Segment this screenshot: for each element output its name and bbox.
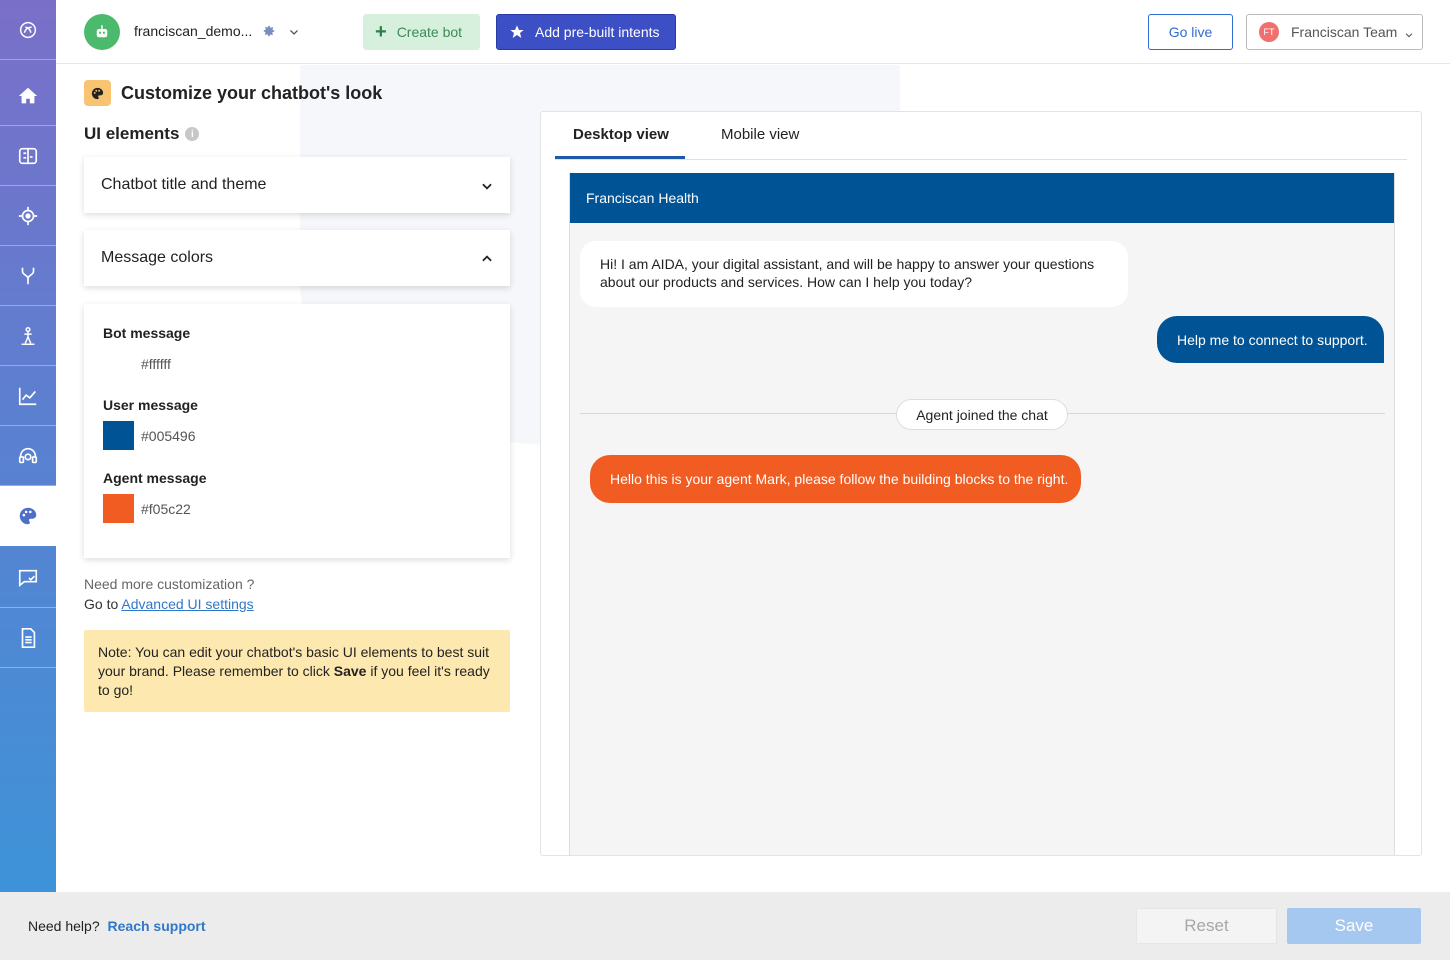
top-header: franciscan_demo... + Create bot Add pre-…: [56, 0, 1450, 64]
info-icon[interactable]: i: [185, 127, 200, 141]
home-icon: [18, 87, 38, 103]
sidebar-item-conversations[interactable]: [0, 548, 56, 608]
chat-window: Franciscan Health Hi! I am AIDA, your di…: [569, 173, 1395, 855]
sidebar-logo[interactable]: [0, 0, 56, 60]
user-message-bubble: Help me to connect to support.: [1157, 316, 1384, 363]
advanced-ui-settings-link[interactable]: Advanced UI settings: [121, 596, 253, 612]
palette-icon: [84, 80, 111, 106]
bot-message-label: Bot message: [103, 325, 191, 341]
bot-color-hex[interactable]: #ffffff: [141, 356, 171, 372]
bot-color-swatch[interactable]: [103, 349, 134, 378]
sidebar-item-entities[interactable]: [0, 186, 56, 246]
agent-message-bubble: Hello this is your agent Mark, please fo…: [590, 455, 1081, 503]
sidebar-item-analytics[interactable]: [0, 366, 56, 426]
user-color-swatch[interactable]: [103, 421, 134, 450]
sidebar-item-training[interactable]: [0, 306, 56, 366]
tab-mobile-view[interactable]: Mobile view: [721, 126, 799, 143]
tab-desktop-view[interactable]: Desktop view: [573, 126, 669, 143]
branch-icon: [21, 267, 35, 284]
add-prebuilt-intents-button[interactable]: Add pre-built intents: [496, 14, 676, 50]
page-header: Customize your chatbot's look: [84, 80, 382, 106]
section-title: UI elements: [84, 124, 180, 143]
agent-color-hex[interactable]: #f05c22: [141, 501, 191, 517]
agent-message-label: Agent message: [103, 470, 207, 486]
palette-icon: [19, 507, 37, 524]
accordion-message-colors[interactable]: Message colors: [84, 230, 510, 286]
brain-icon: [18, 147, 38, 164]
team-avatar: FT: [1259, 22, 1279, 42]
chevron-up-icon: [480, 252, 494, 271]
section-header: UI elements i: [84, 124, 200, 144]
target-icon: [18, 206, 38, 225]
advanced-settings-line: Go to Advanced UI settings: [84, 596, 254, 612]
analytics-icon: [18, 387, 37, 405]
message-colors-panel: Bot message #ffffff User message #005496…: [84, 304, 510, 558]
agent-color-swatch[interactable]: [103, 494, 134, 523]
bot-avatar[interactable]: [84, 14, 120, 50]
support-icon: [18, 447, 38, 463]
gear-icon[interactable]: [262, 24, 276, 43]
reset-button[interactable]: Reset: [1136, 908, 1277, 944]
user-color-hex[interactable]: #005496: [141, 428, 196, 444]
sidebar: [0, 0, 56, 892]
chevron-down-icon: [1404, 27, 1414, 43]
document-icon: [21, 627, 36, 648]
sidebar-item-appearance[interactable]: [0, 486, 56, 546]
logo-icon: [19, 21, 37, 38]
chat-check-icon: [18, 569, 38, 587]
tab-divider: [555, 159, 1407, 160]
plus-icon: +: [375, 21, 387, 43]
help-text: Need help? Reach support: [28, 918, 206, 934]
page-title: Customize your chatbot's look: [121, 82, 383, 103]
reach-support-link[interactable]: Reach support: [108, 918, 206, 934]
note-box: Note: You can edit your chatbot's basic …: [84, 630, 510, 712]
sidebar-item-flows[interactable]: [0, 246, 56, 306]
sidebar-item-documents[interactable]: [0, 608, 56, 668]
user-message-label: User message: [103, 397, 198, 413]
chat-preview-panel: Desktop view Mobile view Franciscan Heal…: [540, 111, 1422, 856]
agent-joined-badge: Agent joined the chat: [896, 399, 1068, 430]
star-icon: [510, 25, 524, 38]
team-selector[interactable]: FT Franciscan Team: [1246, 14, 1423, 50]
create-bot-button[interactable]: + Create bot: [363, 14, 480, 50]
chevron-down-icon[interactable]: [288, 25, 300, 43]
footer-bar: Need help? Reach support Reset Save: [0, 892, 1450, 960]
sidebar-item-intents[interactable]: [0, 126, 56, 186]
chevron-down-icon: [480, 179, 494, 198]
robot-icon: [96, 25, 108, 38]
chat-header: Franciscan Health: [570, 173, 1394, 223]
go-live-button[interactable]: Go live: [1148, 14, 1233, 50]
sidebar-item-home[interactable]: [0, 66, 56, 126]
team-name: Franciscan Team: [1291, 24, 1398, 40]
accordion-chatbot-title-theme[interactable]: Chatbot title and theme: [84, 157, 510, 213]
save-button[interactable]: Save: [1287, 908, 1421, 944]
training-icon: [21, 326, 35, 345]
need-more-text: Need more customization ?: [84, 576, 255, 592]
sidebar-item-live-support[interactable]: [0, 426, 56, 486]
bot-message-bubble: Hi! I am AIDA, your digital assistant, a…: [580, 241, 1128, 307]
bot-name[interactable]: franciscan_demo...: [134, 23, 252, 39]
